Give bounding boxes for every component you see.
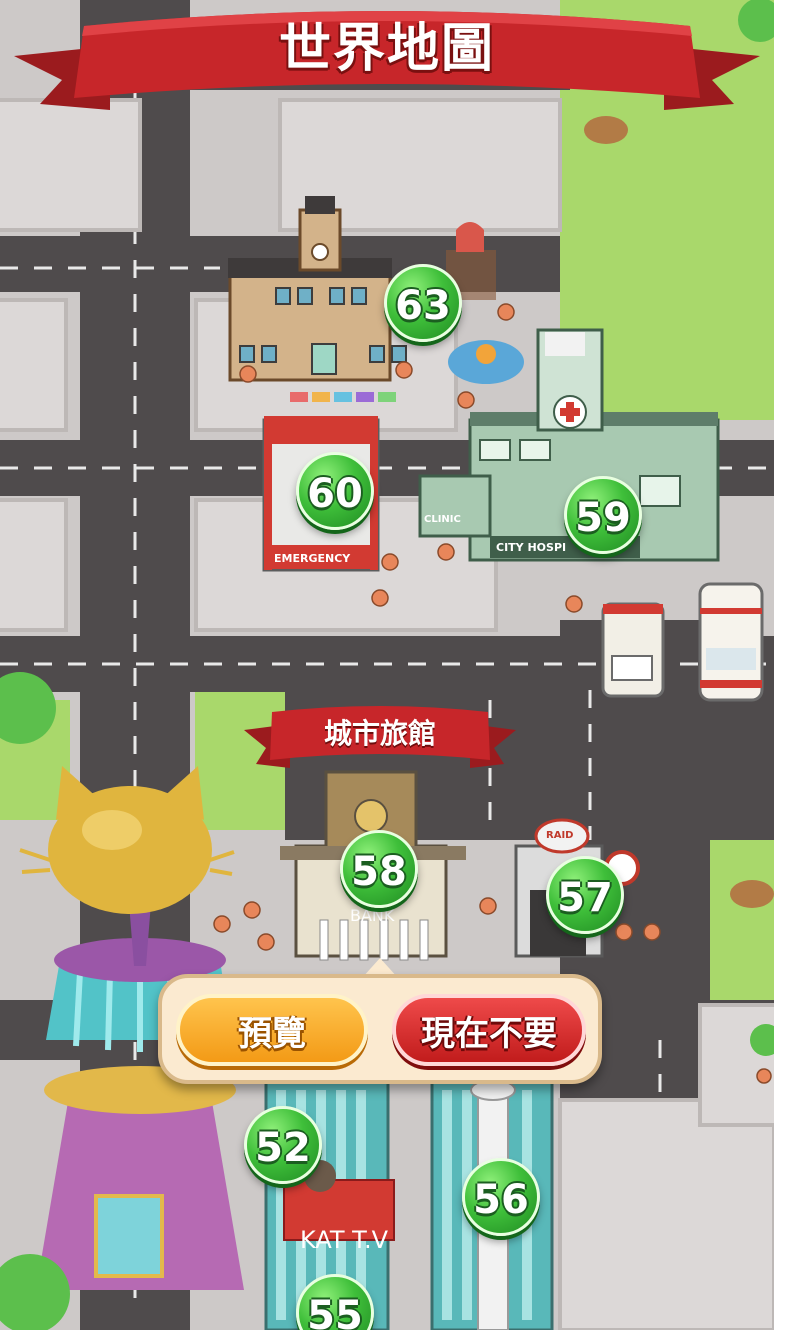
city-map[interactable] xyxy=(0,0,774,1330)
level-node-58[interactable]: 58 xyxy=(340,830,418,908)
tv-sign: KAT T.V xyxy=(300,1226,389,1254)
level-node-59[interactable]: 59 xyxy=(564,476,642,554)
not-now-button[interactable]: 現在不要 xyxy=(392,994,586,1066)
clinic-sign: CLINIC xyxy=(424,514,461,525)
selected-location-label: 城市旅館 xyxy=(323,717,436,750)
hospital-sign: CITY HOSPI xyxy=(496,541,567,554)
raid-sign: RAID xyxy=(546,830,574,841)
level-node-56[interactable]: 56 xyxy=(462,1158,540,1236)
preview-button[interactable]: 預覽 xyxy=(176,994,368,1066)
level-node-52[interactable]: 52 xyxy=(244,1106,322,1184)
page-title: 世界地圖 xyxy=(278,19,495,79)
level-node-63[interactable]: 63 xyxy=(384,264,462,342)
level-node-57[interactable]: 57 xyxy=(546,856,624,934)
emergency-sign: EMERGENCY xyxy=(274,552,351,565)
world-map-screen: EMERGENCY CLINIC CITY HOSPI BANK RAID KA… xyxy=(0,0,774,1330)
level-node-60[interactable]: 60 xyxy=(296,452,374,530)
